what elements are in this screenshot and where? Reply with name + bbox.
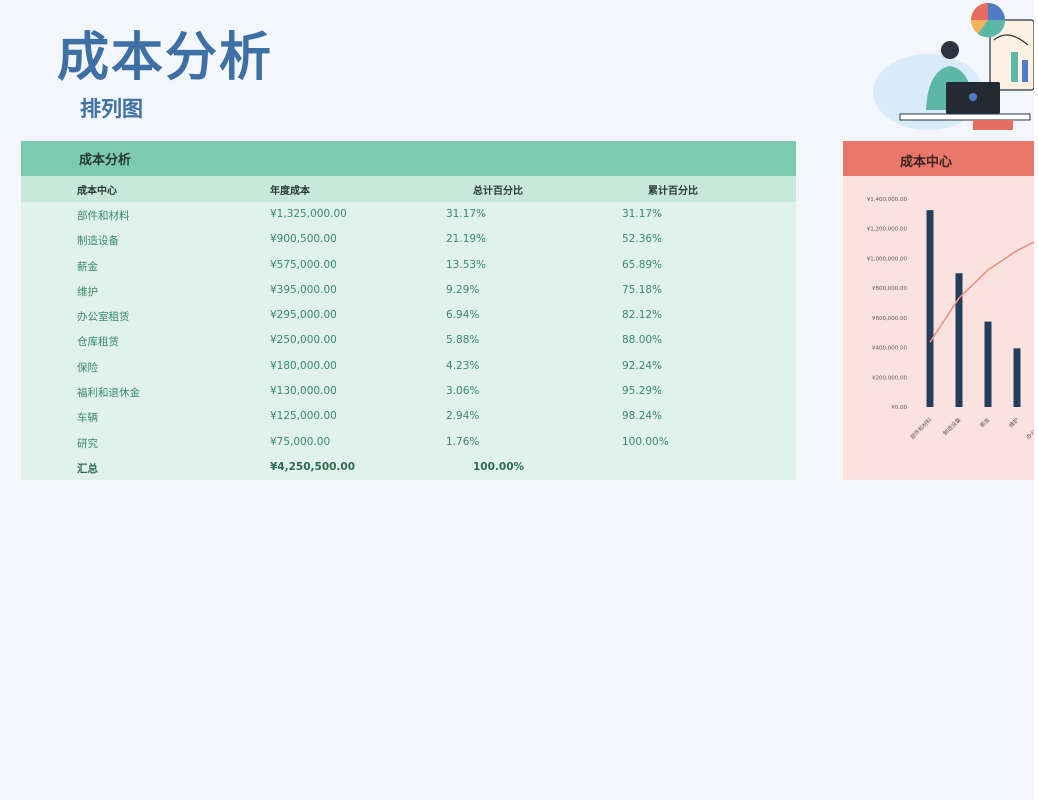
cell-cumulative[interactable]: 31.17% (622, 208, 662, 220)
cell-cumulative[interactable]: 100.00% (622, 436, 669, 448)
cell-cumulative[interactable]: 95.29% (622, 385, 662, 397)
cell-cost-center[interactable]: 制造设备 (77, 233, 119, 248)
cell-annual-cost[interactable]: ¥395,000.00 (270, 284, 337, 296)
bar[interactable] (984, 321, 992, 407)
cell-annual-cost[interactable]: ¥130,000.00 (270, 385, 337, 397)
column-header-cost-center[interactable]: 成本中心 (77, 182, 117, 197)
cell-cumulative[interactable]: 52.36% (622, 233, 662, 245)
cell-percent[interactable]: 4.23% (446, 360, 479, 372)
cell-percent[interactable]: 9.29% (446, 284, 479, 296)
cell-percent[interactable]: 21.19% (446, 233, 486, 245)
cell-percent[interactable]: 1.76% (446, 436, 479, 448)
cell-cumulative[interactable]: 92.24% (622, 360, 662, 372)
column-header-row: 成本中心 年度成本 总计百分比 累计百分比 (21, 176, 796, 202)
cell-annual-cost[interactable]: ¥75,000.00 (270, 436, 330, 448)
y-tick-label: ¥200,000.00 (872, 375, 907, 381)
cell-cost-center[interactable]: 薪金 (77, 259, 98, 274)
bar[interactable] (1013, 348, 1021, 407)
cell-percent[interactable]: 6.94% (446, 309, 479, 321)
cell-annual-cost[interactable]: ¥250,000.00 (270, 334, 337, 346)
cell-percent[interactable]: 3.06% (446, 385, 479, 397)
y-tick-label: ¥0.00 (891, 405, 907, 411)
y-tick-label: ¥1,200,000.00 (867, 227, 908, 233)
cell-cost-center[interactable]: 保险 (77, 360, 98, 375)
cell-percent[interactable]: 2.94% (446, 410, 479, 422)
table-row: 仓库租赁 ¥250,000.00 5.88% 88.00% (21, 328, 796, 353)
x-tick-label: 部件和材料 (908, 415, 933, 440)
cell-annual-cost[interactable]: ¥125,000.00 (270, 410, 337, 422)
cell-annual-cost[interactable]: ¥180,000.00 (270, 360, 337, 372)
bar[interactable] (926, 210, 934, 407)
table-row: 保险 ¥180,000.00 4.23% 92.24% (21, 354, 796, 379)
x-tick-label: 制造设备 (941, 415, 963, 437)
table-row: 办公室租赁 ¥295,000.00 6.94% 82.12% (21, 303, 796, 328)
table-row: 车辆 ¥125,000.00 2.94% 98.24% (21, 404, 796, 429)
cell-cost-center[interactable]: 仓库租赁 (77, 334, 119, 349)
x-tick-label: 薪金 (978, 415, 992, 429)
table-row: 部件和材料 ¥1,325,000.00 31.17% 31.17% (21, 202, 796, 227)
cell-cumulative[interactable]: 98.24% (622, 410, 662, 422)
cell-cumulative[interactable]: 82.12% (622, 309, 662, 321)
cell-cost-center[interactable]: 办公室租赁 (77, 309, 130, 324)
y-tick-label: ¥600,000.00 (872, 316, 907, 322)
cell-cost-center[interactable]: 部件和材料 (77, 208, 130, 223)
cell-annual-cost[interactable]: ¥1,325,000.00 (270, 208, 347, 220)
total-row: 汇总 ¥4,250,500.00 100.00% (21, 455, 796, 480)
table-row: 制造设备 ¥900,500.00 21.19% 52.36% (21, 227, 796, 252)
table-row: 研究 ¥75,000.00 1.76% 100.00% (21, 430, 796, 455)
column-header-percent[interactable]: 总计百分比 (473, 182, 523, 197)
cell-annual-cost[interactable]: ¥900,500.00 (270, 233, 337, 245)
cell-cost-center[interactable]: 维护 (77, 284, 98, 299)
table-row: 维护 ¥395,000.00 9.29% 75.18% (21, 278, 796, 303)
cost-analysis-table: 成本分析 成本中心 年度成本 总计百分比 累计百分比 部件和材料 ¥1,325,0… (21, 141, 796, 480)
cumulative-line (929, 241, 1034, 343)
table-header-bar: 成本分析 (21, 141, 796, 176)
cell-annual-cost[interactable]: ¥295,000.00 (270, 309, 337, 321)
table-row: 薪金 ¥575,000.00 13.53% 65.89% (21, 253, 796, 278)
x-tick-label: 维护 (1007, 415, 1021, 429)
window-edge (1034, 0, 1038, 800)
table-title: 成本分析 (79, 153, 132, 168)
column-header-annual-cost[interactable]: 年度成本 (270, 182, 310, 197)
cell-percent[interactable]: 5.88% (446, 334, 479, 346)
cell-cumulative[interactable]: 65.89% (622, 259, 662, 271)
column-header-cumulative[interactable]: 累计百分比 (648, 182, 698, 197)
pareto-chart: ¥0.00 ¥200,000.00 ¥400,000.00 ¥600,000.00 ¥8… (867, 197, 1034, 441)
cell-cost-center[interactable]: 福利和退休金 (77, 385, 140, 400)
cell-cost-center[interactable]: 研究 (77, 436, 98, 451)
table-row: 福利和退休金 ¥130,000.00 3.06% 95.29% (21, 379, 796, 404)
page-subtitle: 排列图 (80, 97, 143, 121)
y-tick-label: ¥800,000.00 (872, 286, 907, 292)
analyst-illustration-icon (873, 3, 1034, 130)
total-percent[interactable]: 100.00% (473, 461, 524, 473)
y-tick-label: ¥400,000.00 (872, 346, 907, 352)
cell-cumulative[interactable]: 88.00% (622, 334, 662, 346)
cell-cost-center[interactable]: 车辆 (77, 410, 98, 425)
pareto-chart-panel: 成本中心 ¥0.00 ¥200,000.00 ¥400,000.00 ¥600,000… (843, 141, 1034, 480)
bar[interactable] (955, 273, 963, 407)
cell-annual-cost[interactable]: ¥575,000.00 (270, 259, 337, 271)
chart-header-bar: 成本中心 (843, 141, 1034, 176)
y-tick-label: ¥1,400,000.00 (867, 197, 908, 203)
chart-title: 成本中心 (900, 155, 953, 170)
page-title: 成本分析 (57, 28, 274, 88)
total-amount[interactable]: ¥4,250,500.00 (270, 461, 355, 473)
x-tick-label: 办公室租赁 (1024, 415, 1034, 440)
cell-percent[interactable]: 31.17% (446, 208, 486, 220)
y-tick-label: ¥1,000,000.00 (867, 256, 908, 262)
cell-percent[interactable]: 13.53% (446, 259, 486, 271)
total-label[interactable]: 汇总 (77, 461, 98, 476)
cell-cumulative[interactable]: 75.18% (622, 284, 662, 296)
